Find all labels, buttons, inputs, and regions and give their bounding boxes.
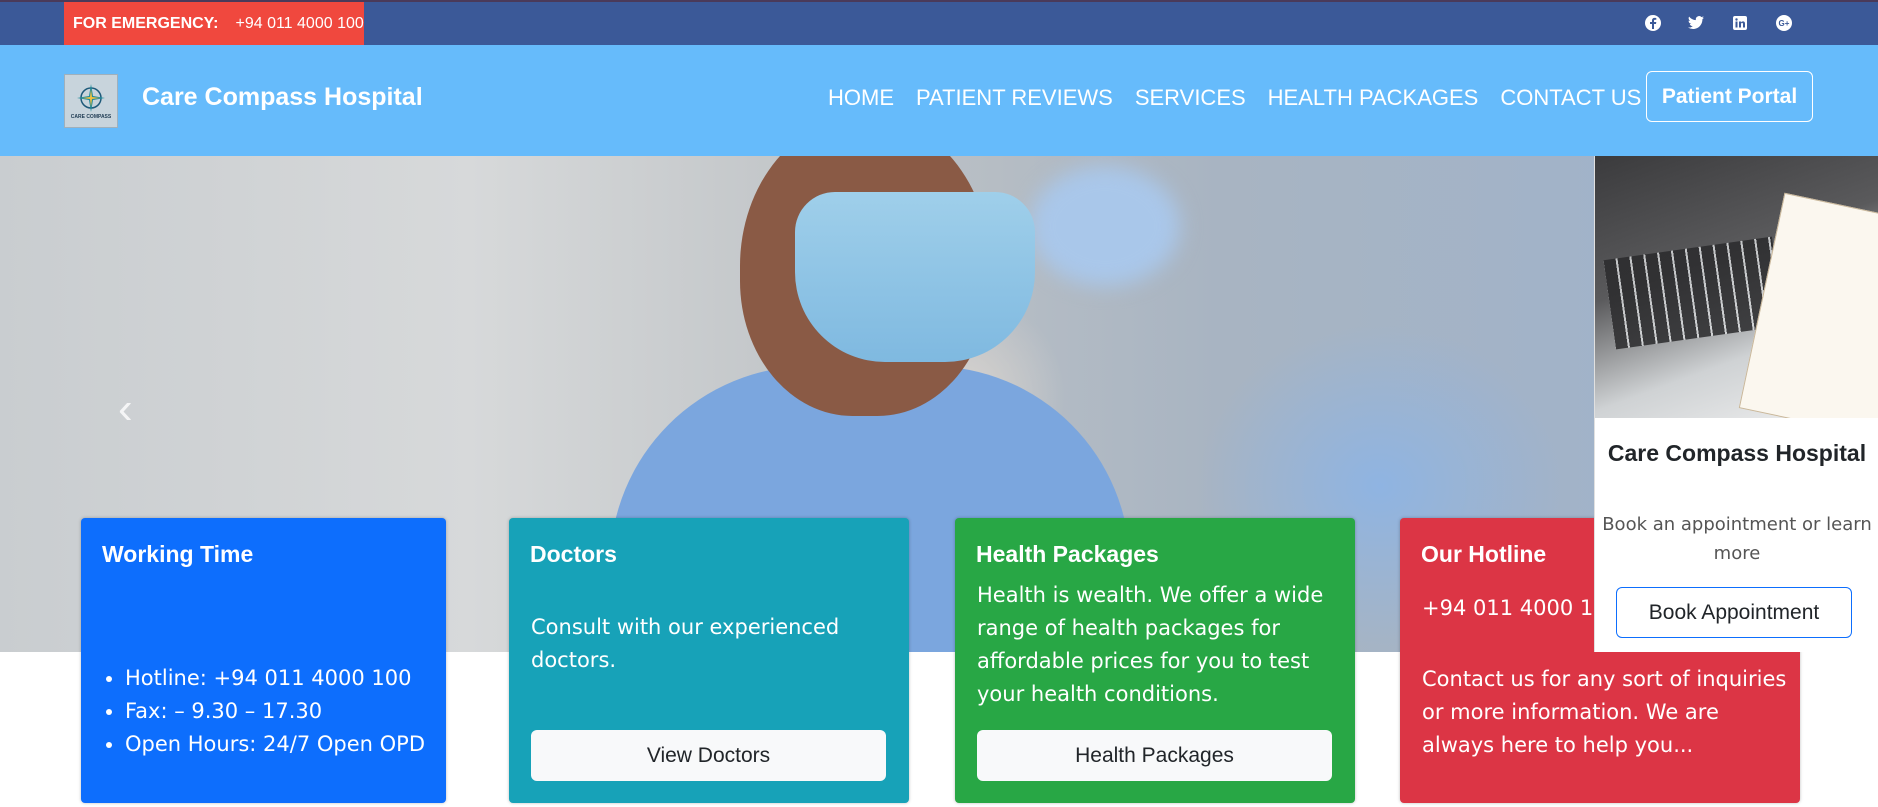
emergency-banner: FOR EMERGENCY: +94 011 4000 100 (64, 2, 364, 45)
card-title: Health Packages (976, 541, 1159, 567)
nav-home[interactable]: HOME (828, 85, 894, 111)
card-title: Working Time (102, 541, 254, 567)
nav-health-packages[interactable]: HEALTH PACKAGES (1268, 85, 1479, 111)
health-packages-button[interactable]: Health Packages (977, 730, 1332, 781)
carousel-prev-icon[interactable]: ‹ (118, 384, 133, 434)
card-title: Doctors (530, 541, 617, 567)
brand-name[interactable]: Care Compass Hospital (142, 83, 423, 112)
health-packages-card: Health Packages Health is wealth. We off… (955, 518, 1355, 803)
side-card-subtitle: Book an appointment or learn more (1602, 514, 1872, 564)
patient-portal-button[interactable]: Patient Portal (1646, 71, 1813, 122)
nav-patient-reviews[interactable]: PATIENT REVIEWS (916, 85, 1113, 111)
twitter-icon[interactable] (1688, 15, 1704, 31)
view-doctors-button[interactable]: View Doctors (531, 730, 886, 781)
laptop-clipboard-image (1595, 156, 1878, 418)
appointment-side-card: Care Compass Hospital Book an appointmen… (1594, 156, 1878, 652)
list-item: Hotline: +94 011 4000 100 (125, 662, 425, 695)
doctors-card: Doctors Consult with our experienced doc… (509, 518, 909, 803)
card-text: Health is wealth. We offer a wide range … (977, 583, 1324, 706)
logo-caption: CARE COMPASS (70, 113, 112, 120)
clipboard-paper-shape (1738, 192, 1878, 418)
nav-links: HOME PATIENT REVIEWS SERVICES HEALTH PAC… (828, 85, 1641, 111)
nav-services[interactable]: SERVICES (1135, 85, 1246, 111)
list-item: Fax: – 9.30 – 17.30 (125, 695, 425, 728)
list-item: Open Hours: 24/7 Open OPD (125, 728, 425, 761)
hospital-logo[interactable]: CARE COMPASS (64, 74, 118, 128)
card-title: Our Hotline (1421, 541, 1547, 567)
hotline-phone[interactable]: +94 011 4000 100 (1422, 592, 1620, 625)
hero-image-background-staff (1030, 166, 1180, 286)
emergency-phone[interactable]: +94 011 4000 100 (235, 15, 363, 33)
working-time-card: Working Time Hotline: +94 011 4000 100 F… (81, 518, 446, 803)
google-plus-icon[interactable]: G+ (1776, 15, 1792, 31)
main-navbar: CARE COMPASS Care Compass Hospital HOME … (0, 45, 1878, 156)
linkedin-icon[interactable] (1733, 16, 1747, 30)
top-bar: FOR EMERGENCY: +94 011 4000 100 G+ (0, 0, 1878, 45)
working-time-list: Hotline: +94 011 4000 100 Fax: – 9.30 – … (125, 662, 425, 761)
nav-contact-us[interactable]: CONTACT US (1500, 85, 1641, 111)
emergency-label: FOR EMERGENCY: (73, 14, 219, 32)
compass-star-icon (77, 83, 105, 112)
card-text: Contact us for any sort of inquiries or … (1422, 667, 1787, 757)
facebook-icon[interactable] (1645, 15, 1661, 31)
hero-image-mask (795, 192, 1035, 362)
side-card-title: Care Compass Hospital (1607, 440, 1867, 466)
book-appointment-button[interactable]: Book Appointment (1616, 587, 1852, 638)
card-text: Consult with our experienced doctors. (531, 615, 840, 672)
